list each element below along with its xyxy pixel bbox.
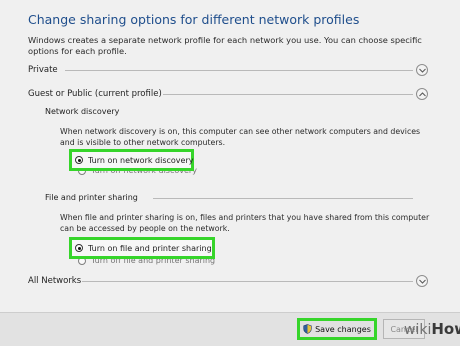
radio-turn-on-file-sharing[interactable]: Turn on file and printer sharing [69, 237, 215, 259]
network-discovery-description: When network discovery is on, this compu… [60, 127, 421, 147]
collapse-guest-public-button[interactable] [416, 88, 428, 100]
expand-private-button[interactable] [416, 64, 428, 76]
network-discovery-heading: Network discovery [45, 107, 120, 116]
watermark-part-1: wiki [404, 322, 432, 338]
expand-all-networks-button[interactable] [416, 275, 428, 287]
radio-label: Turn on network discovery [88, 155, 194, 165]
radio-button-checked[interactable] [75, 156, 83, 164]
profile-all-networks-label: All Networks [28, 276, 82, 286]
divider [163, 94, 413, 95]
save-changes-button[interactable]: Save changes [297, 318, 377, 340]
radio-button-checked[interactable] [75, 244, 83, 252]
profile-guest-public-label: Guest or Public (current profile) [28, 89, 162, 99]
chevron-down-icon [418, 279, 426, 284]
chevron-down-icon [418, 68, 426, 73]
profile-private-label: Private [28, 65, 58, 75]
divider [153, 198, 413, 199]
radio-turn-on-network-discovery[interactable]: Turn on network discovery [69, 149, 194, 171]
page-description: Windows creates a separate network profi… [28, 35, 422, 56]
wikihow-watermark: wikiHow [404, 320, 460, 338]
page-title: Change sharing options for different net… [28, 12, 360, 27]
radio-label: Turn on file and printer sharing [88, 243, 212, 253]
save-changes-label: Save changes [315, 324, 371, 334]
file-sharing-heading: File and printer sharing [45, 193, 138, 202]
file-sharing-description: When file and printer sharing is on, fil… [60, 213, 430, 233]
watermark-part-2: How [431, 320, 460, 338]
chevron-up-icon [418, 91, 426, 96]
shield-icon [303, 324, 312, 334]
divider [65, 70, 413, 71]
divider [82, 281, 413, 282]
